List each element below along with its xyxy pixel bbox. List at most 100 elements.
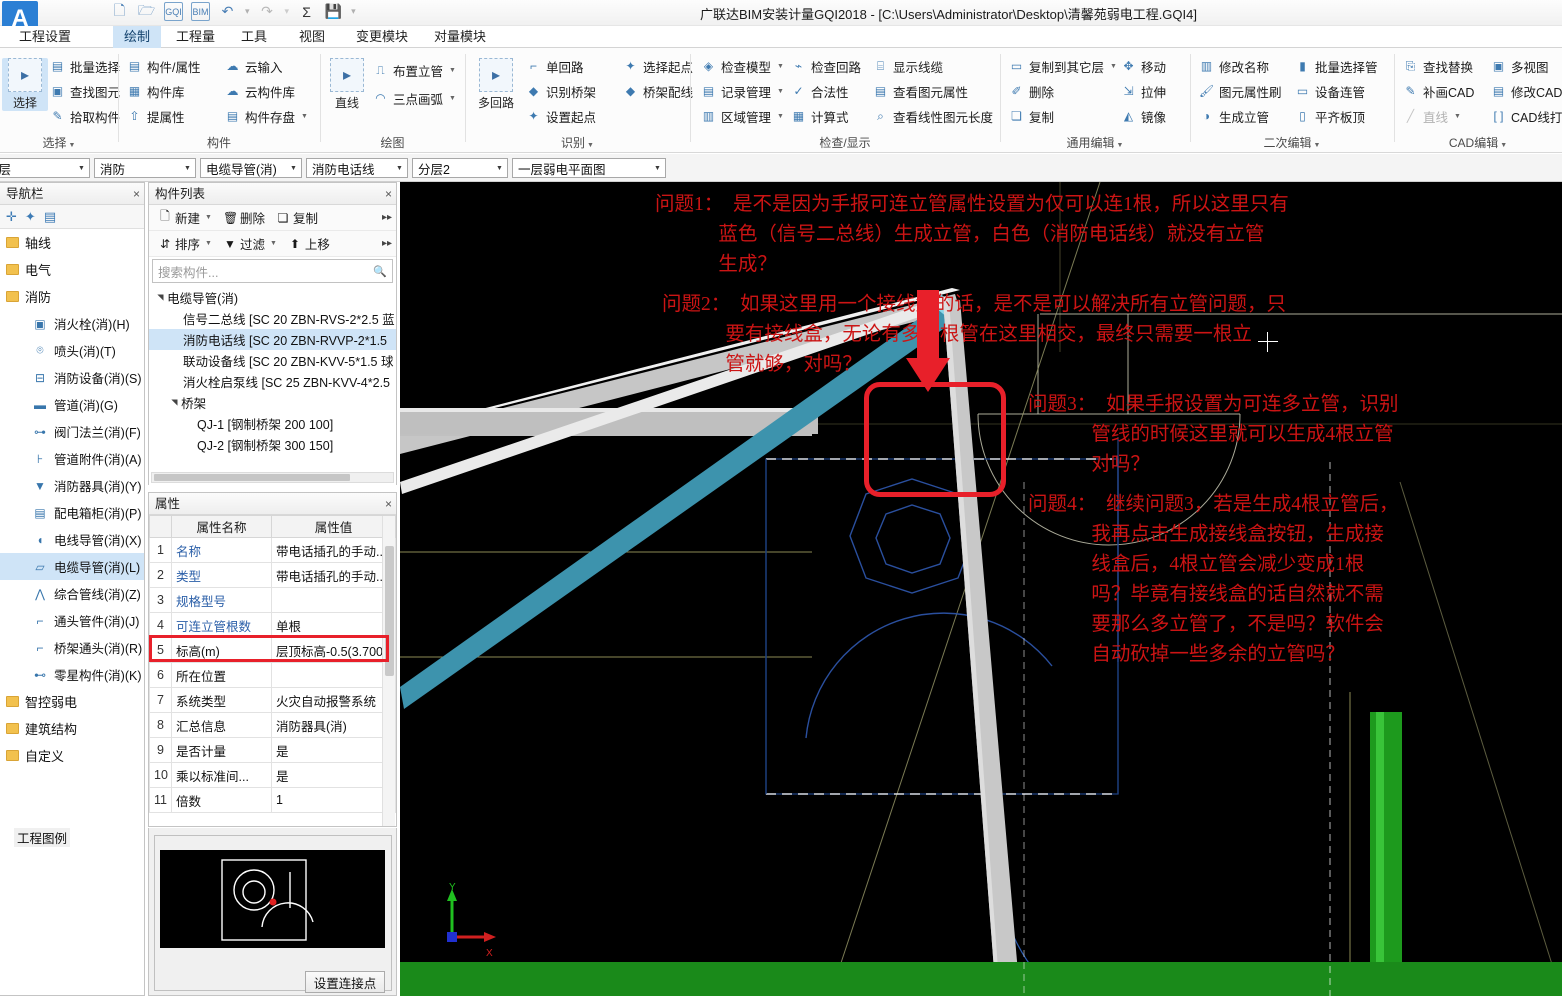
sidebar-item-2-12[interactable]: ⌐ 桥架通头(消)(R) (0, 634, 144, 661)
sidebar-item-2-4[interactable]: ⊶ 阀门法兰(消)(F) (0, 418, 144, 445)
ribbon-item-component-2[interactable]: ⇧ 提属性 (124, 104, 187, 128)
component-toolbar_row1-btn-1[interactable]: 🗑 删除 (219, 208, 269, 227)
sidebar-item-2-0[interactable]: ▣ 消火栓(消)(H) (0, 310, 144, 337)
nav-group-2[interactable]: 消防 (0, 283, 144, 310)
layer-select[interactable]: 分层2 ▼ (412, 158, 508, 178)
properties-row-value[interactable]: 单根 (271, 612, 396, 638)
menu-tab-5[interactable]: 变更模块 (345, 26, 419, 48)
properties-row[interactable]: 3 规格型号 (149, 587, 396, 613)
ribbon-item-common-edit-4[interactable]: ⇲ 拉伸 (1118, 79, 1168, 103)
nav-star-icon[interactable]: ✦ (25, 209, 36, 225)
properties-row-value[interactable]: 是 (271, 762, 396, 788)
properties-vscroll-thumb[interactable] (385, 546, 394, 676)
chevron-down-icon[interactable]: ▼ (205, 214, 212, 221)
ribbon-item-second-edit-3[interactable]: ▮ 批量选择管 (1292, 54, 1380, 78)
component-toolbar-overflow-icon[interactable]: ▸▸ (382, 212, 392, 223)
ribbon-item-check-display-3[interactable]: ⌁ 检查回路 (788, 54, 863, 78)
properties-row[interactable]: 7 系统类型 火灾自动报警系统 (149, 687, 396, 713)
ribbon-item-component-3[interactable]: ☁ 云输入 (222, 54, 285, 78)
sidebar-item-2-8[interactable]: ◖ 电线导管(消)(X) (0, 526, 144, 553)
component-tree-node-1[interactable]: 信号二总线 [SC 20 ZBN-RVS-2*2.5 蓝 (149, 308, 396, 329)
ribbon-item-recognize-1[interactable]: ◆ 识别桥架 (523, 79, 598, 103)
properties-row-value[interactable] (271, 662, 396, 688)
ribbon-item-common-edit-3[interactable]: ✥ 移动 (1118, 54, 1168, 78)
ribbon-item-draw-1[interactable]: ◠ 三点画弧 ▼ (370, 86, 458, 110)
component-tree-node-6[interactable]: QJ-1 [钢制桥架 200 100] (149, 413, 396, 434)
ribbon-item-recognize-4[interactable]: ◆ 桥架配线 (620, 79, 695, 103)
component-toolbar_row2-btn-1[interactable]: ▼ 过滤 ▼ (219, 234, 281, 253)
expand-triangle-icon[interactable]: ◢ (170, 399, 179, 405)
chevron-down-icon[interactable]: ▼ (1110, 63, 1117, 70)
ribbon-item-cad-edit-3[interactable]: ▣ 多视图 (1488, 54, 1551, 78)
ribbon-item-cad-edit-0[interactable]: ⎘ 查找替换 (1400, 54, 1475, 78)
component-toolbar_row2-btn-0[interactable]: ⇵ 排序 ▼ (154, 234, 216, 253)
properties-row-value[interactable] (271, 587, 396, 613)
ribbon-item-second-edit-0[interactable]: ▥ 修改名称 (1196, 54, 1271, 78)
ribbon-item-select-1[interactable]: ▣ 查找图元 (47, 79, 122, 103)
chevron-down-icon[interactable]: ▼ (205, 240, 212, 247)
menu-tab-3[interactable]: 工具 (230, 26, 278, 48)
ribbon-item-select-2[interactable]: ✎ 拾取构件 (47, 104, 122, 128)
properties-row-value[interactable]: 火灾自动报警系统 (271, 687, 396, 713)
ribbon-item-second-edit-2[interactable]: ◑ 生成立管 (1196, 104, 1271, 128)
menu-tab-4[interactable]: 视图 (288, 26, 336, 48)
component-type-select[interactable]: 电缆导管(消) ▼ (200, 158, 302, 178)
chevron-down-icon[interactable]: ▼ (650, 165, 665, 172)
chevron-down-icon[interactable]: ▼ (1314, 142, 1321, 149)
properties-row-value[interactable]: 是 (271, 737, 396, 763)
chevron-down-icon[interactable]: ▼ (1500, 142, 1507, 149)
menu-tab-6[interactable]: 对量模块 (423, 26, 497, 48)
new-file-icon[interactable]: 🗋 (110, 2, 129, 21)
chevron-down-icon[interactable]: ▼ (449, 67, 456, 74)
properties-row[interactable]: 5 标高(m) 层顶标高-0.5(3.700) (149, 637, 396, 663)
component-tree-node-3[interactable]: 联动设备线 [SC 20 ZBN-KVV-5*1.5 球 (149, 350, 396, 371)
discipline-select[interactable]: 消防 ▼ (94, 158, 196, 178)
ribbon-item-component-4[interactable]: ☁ 云构件库 (222, 79, 297, 103)
chevron-down-icon[interactable]: ▼ (492, 165, 507, 172)
chevron-down-icon[interactable]: ▼ (1117, 142, 1124, 149)
nav-group-0[interactable]: 轴线 (0, 229, 144, 256)
sidebar-item-2-9[interactable]: ▱ 电缆导管(消)(L) (0, 553, 144, 580)
nav-add-icon[interactable]: ✛ (6, 209, 17, 225)
component-toolbar_row1-btn-0[interactable]: 🗋 新建 ▼ (154, 207, 216, 228)
ribbon-item-check-display-5[interactable]: ▦ 计算式 (788, 104, 851, 128)
import-gqi-icon[interactable]: GQI (164, 2, 183, 21)
menu-tab-0[interactable]: 工程设置 (8, 26, 82, 48)
sidebar-item-2-7[interactable]: ▤ 配电箱柜(消)(P) (0, 499, 144, 526)
cad-canvas[interactable]: Y X 问题1： 是不是因为手报可连立管属性设置为仅可以连1根，所以这里只有 蓝… (400, 182, 1562, 996)
ribbon-item-draw-0[interactable]: ⎍ 布置立管 ▼ (370, 58, 458, 82)
nav-group-3[interactable]: 智控弱电 (0, 688, 144, 715)
component-tree-node-4[interactable]: 消火栓启泵线 [SC 25 ZBN-KVV-4*2.5 (149, 371, 396, 392)
component-tree-node-5[interactable]: ◢ 桥架 (149, 392, 396, 413)
redo-icon[interactable]: ↷ (258, 2, 277, 21)
ribbon-item-check-display-2[interactable]: ▥ 区域管理 ▼ (698, 104, 786, 128)
ribbon-item-cad-edit-5[interactable]: [ ] CAD线打断 (1488, 104, 1562, 128)
search-icon[interactable]: 🔍 (373, 265, 387, 278)
component-tree-hscrollbar[interactable] (151, 472, 394, 483)
properties-row[interactable]: 6 所在位置 (149, 662, 396, 688)
sidebar-item-2-5[interactable]: ⊦ 管道附件(消)(A) (0, 445, 144, 472)
ribbon-item-second-edit-1[interactable]: 🖌 图元属性刷 (1196, 79, 1284, 103)
properties-panel-close-icon[interactable]: × (385, 493, 392, 515)
import-bim-icon[interactable]: BIM (191, 2, 210, 21)
floor-select[interactable]: 首层 ▼ (0, 158, 90, 178)
component-tree-hscroll-thumb[interactable] (154, 474, 350, 481)
component-list-close-icon[interactable]: × (385, 183, 392, 205)
menu-tab-1[interactable]: 绘制 (113, 26, 162, 48)
ribbon-item-second-edit-4[interactable]: ▭ 设备连管 (1292, 79, 1367, 103)
ribbon-item-check-display-0[interactable]: ◈ 检查模型 ▼ (698, 54, 786, 78)
ribbon-item-select-0[interactable]: ▤ 批量选择 (47, 54, 122, 78)
navigation-panel-close-icon[interactable]: × (133, 183, 140, 205)
ribbon-item-common-edit-2[interactable]: ❏ 复制 (1006, 104, 1056, 128)
ribbon-item-common-edit-1[interactable]: ✐ 删除 (1006, 79, 1056, 103)
sidebar-item-2-13[interactable]: ⊷ 零星构件(消)(K) (0, 661, 144, 688)
chevron-down-icon[interactable]: ▼ (301, 113, 308, 120)
ribbon-item-component-0[interactable]: ▤ 构件/属性 (124, 54, 202, 78)
component-tree-node-2[interactable]: 消防电话线 [SC 20 ZBN-RVVP-2*1.5 (149, 329, 396, 350)
chevron-down-icon[interactable]: ▼ (777, 88, 784, 95)
properties-row-value[interactable]: 带电话插孔的手动... (271, 537, 396, 563)
customize-qat-icon[interactable]: ▾ (351, 6, 356, 17)
chevron-down-icon[interactable]: ▼ (777, 63, 784, 70)
component-tree[interactable]: ◢ 电缆导管(消) 信号二总线 [SC 20 ZBN-RVS-2*2.5 蓝消防电话… (149, 285, 396, 485)
nav-group-1[interactable]: 电气 (0, 256, 144, 283)
